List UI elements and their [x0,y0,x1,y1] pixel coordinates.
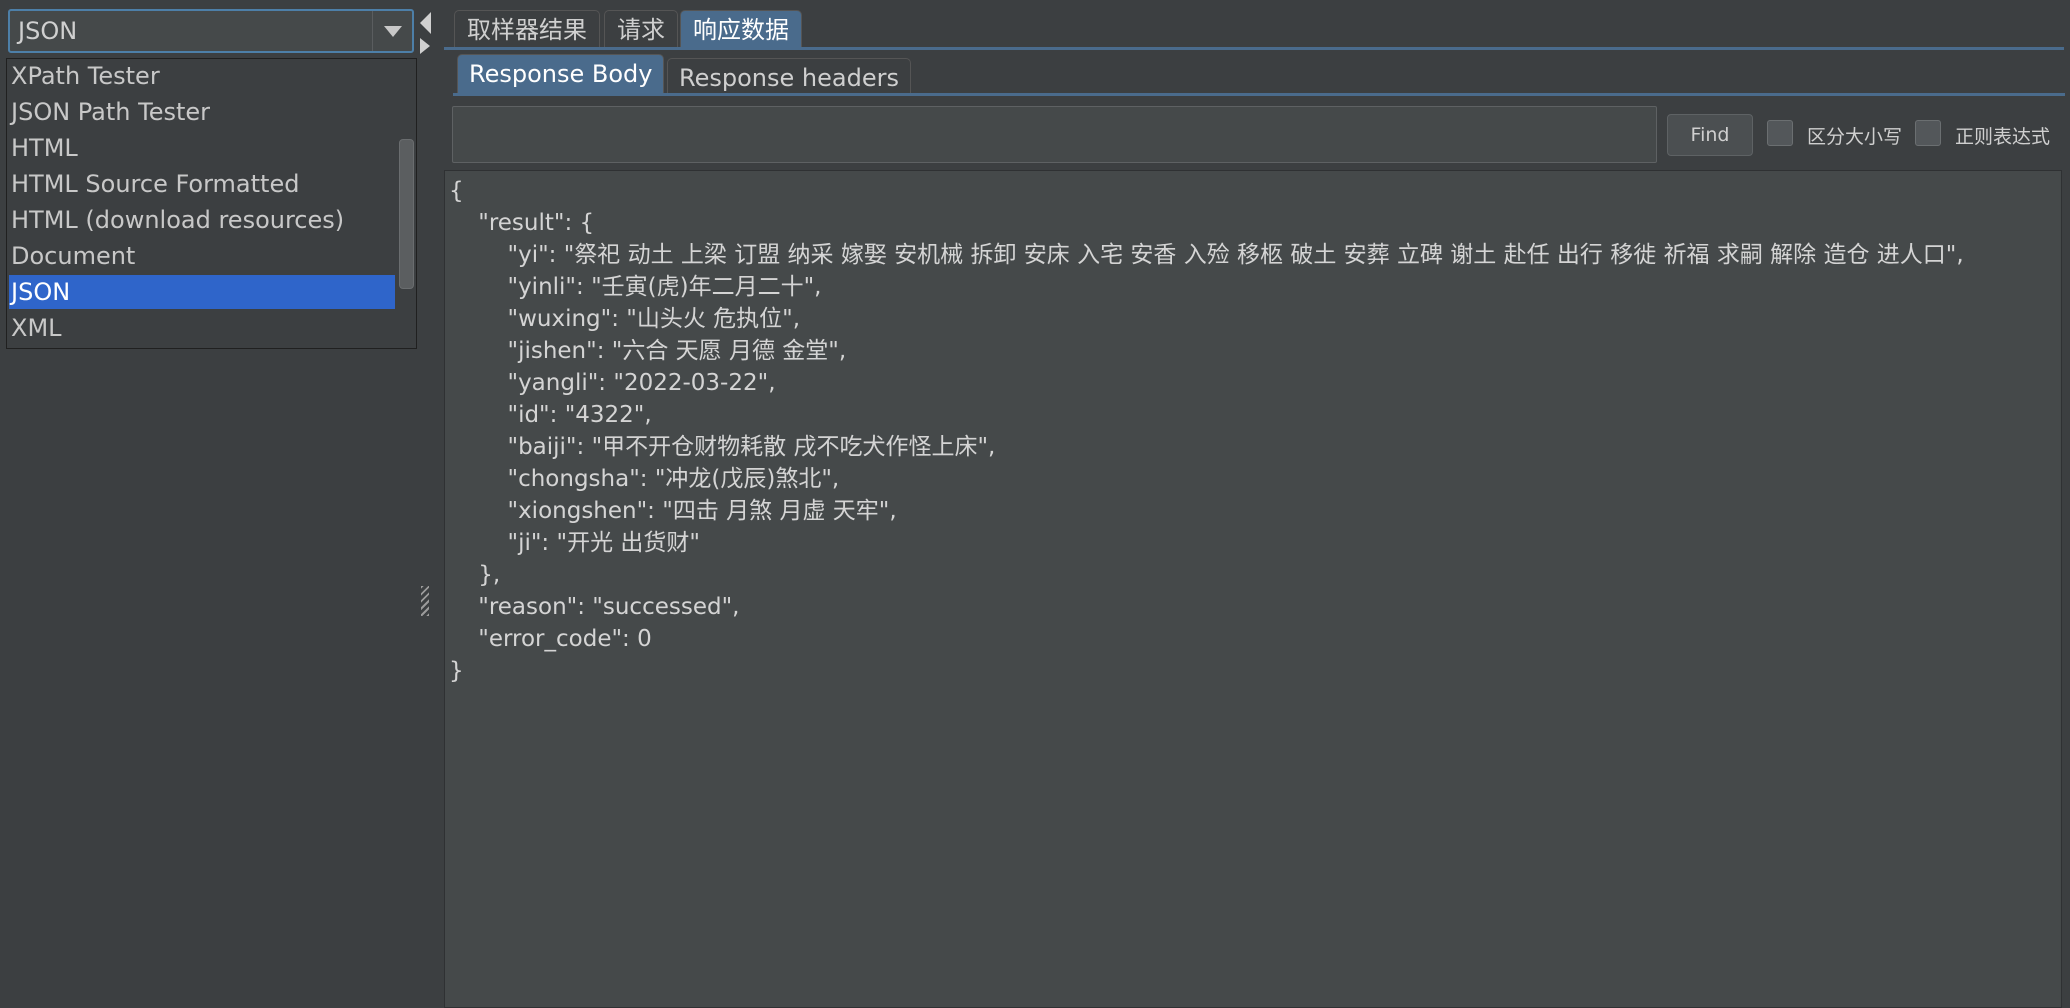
renderer-panel: JSON XPath Tester JSON Path Tester HTML … [0,0,419,1008]
renderer-option-xml[interactable]: XML [9,311,395,345]
json-line: "ji": "开光 出货财" [449,530,700,556]
json-line: "yi": "祭祀 动土 上梁 订盟 纳采 嫁娶 安机械 拆卸 安床 入宅 安香… [449,242,1964,268]
tab-sampler-result[interactable]: 取样器结果 [454,10,600,50]
response-json-text: { "result": { "yi": "祭祀 动土 上梁 订盟 纳采 嫁娶 安… [449,175,2049,687]
regex-label: 正则表达式 [1955,126,2051,148]
json-line: "jishen": "六合 天愿 月德 金堂", [449,338,847,364]
case-sensitive-checkbox[interactable] [1767,120,1793,146]
json-line: "yinli": "壬寅(虎)年二月二十", [449,274,822,300]
find-button[interactable]: Find [1667,114,1753,156]
json-line: "id": "4322", [449,402,652,428]
search-input[interactable] [452,106,1657,163]
case-sensitive-label: 区分大小写 [1807,126,1903,148]
collapse-left-arrow-icon[interactable] [420,12,431,34]
tab-response-headers[interactable]: Response headers [667,58,911,96]
json-line: "xiongshen": "四击 月煞 月虚 天牢", [449,498,897,524]
json-line: "result": { [449,210,595,236]
chevron-down-icon [383,25,402,37]
splitter-grip-icon[interactable] [421,586,429,616]
tab-request[interactable]: 请求 [604,10,678,50]
json-line: "yangli": "2022-03-22", [449,370,776,396]
renderer-option-json-path-tester[interactable]: JSON Path Tester [9,95,395,129]
json-line: "wuxing": "山头火 危执位", [449,306,801,332]
result-tabbar: 取样器结果 请求 响应数据 [444,6,2064,50]
json-line: "chongsha": "冲龙(戊辰)煞北", [449,466,840,492]
dropdown-scrollbar[interactable] [399,139,414,289]
tab-response-body[interactable]: Response Body [457,54,665,96]
response-subtabbar: Response Body Response headers [453,52,2065,96]
json-line: { [449,178,464,204]
tab-response-data[interactable]: 响应数据 [680,10,802,50]
renderer-option-html-download-resources[interactable]: HTML (download resources) [9,203,395,237]
renderer-option-html-source-formatted[interactable]: HTML Source Formatted [9,167,395,201]
json-line: }, [449,562,501,588]
renderer-combobox[interactable]: JSON [8,9,414,53]
renderer-option-html[interactable]: HTML [9,131,395,165]
json-line: "reason": "successed", [449,594,740,620]
dropdown-arrow-button[interactable] [372,11,412,51]
renderer-dropdown-list: XPath Tester JSON Path Tester HTML HTML … [6,58,417,349]
json-line: } [449,658,464,684]
json-line: "error_code": 0 [449,626,652,652]
expand-right-arrow-icon[interactable] [420,38,430,54]
regex-checkbox[interactable] [1915,120,1941,146]
renderer-option-json[interactable]: JSON [9,275,395,309]
json-line: "baiji": "甲不开仓财物耗散 戌不吃犬作怪上床", [449,434,996,460]
renderer-option-document[interactable]: Document [9,239,395,273]
panel-splitter[interactable] [417,0,427,1008]
response-body-textarea[interactable]: { "result": { "yi": "祭祀 动土 上梁 订盟 纳采 嫁娶 安… [444,170,2062,1008]
renderer-option-xpath-tester[interactable]: XPath Tester [9,59,395,93]
renderer-selected-value: JSON [18,17,78,45]
